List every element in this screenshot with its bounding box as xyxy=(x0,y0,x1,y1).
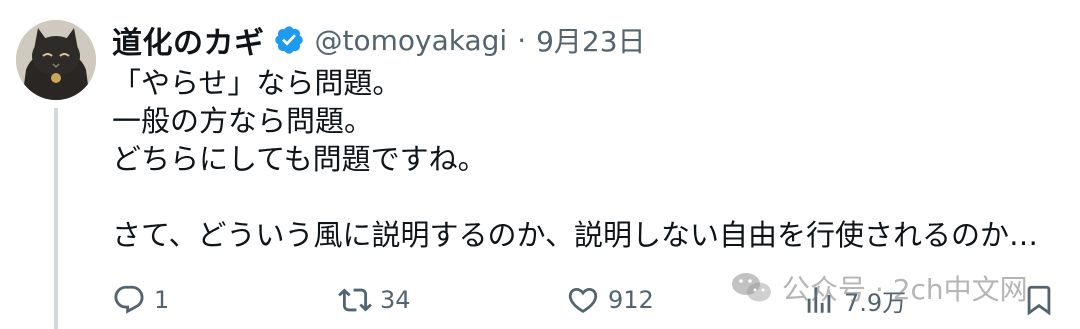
reply-count: 1 xyxy=(154,286,170,314)
tweet-line: 「やらせ」なら問題。 xyxy=(112,66,402,100)
retweet-icon xyxy=(338,288,372,312)
avatar[interactable] xyxy=(16,20,96,100)
user-handle[interactable]: @tomoyakagi xyxy=(315,24,508,57)
display-name[interactable]: 道化のカギ xyxy=(112,18,265,62)
tweet-date[interactable]: 9月23日 xyxy=(536,20,645,60)
reply-icon xyxy=(114,285,144,314)
views-bar-chart-icon xyxy=(807,287,831,313)
like-button[interactable]: 912 xyxy=(566,278,654,322)
views-count: 7.9万 xyxy=(844,288,907,317)
tweet-actions-bar: 1 34 912 7.9万 xyxy=(112,278,1072,322)
tweet-line-blank xyxy=(112,178,1052,216)
views-button[interactable]: 7.9万 xyxy=(802,278,906,322)
thread-connector-line xyxy=(54,108,58,329)
verified-badge-icon xyxy=(273,24,305,56)
heart-icon xyxy=(568,287,598,313)
reply-button[interactable]: 1 xyxy=(112,278,169,322)
tweet-header: 道化のカギ @tomoyakagi · 9月23日 xyxy=(112,18,646,62)
retweet-count: 34 xyxy=(380,286,411,314)
tweet-body: 「やらせ」なら問題。 一般の方なら問題。 どちらにしても問題ですね。 さて、どう… xyxy=(112,64,1052,254)
tweet-line: 一般の方なら問題。 xyxy=(112,104,374,138)
avatar-cat-illustration xyxy=(16,20,96,100)
header-separator: · xyxy=(517,23,527,57)
bookmark-icon xyxy=(1027,285,1051,316)
tweet-line: どちらにしても問題ですね。 xyxy=(112,142,487,176)
bookmark-button[interactable] xyxy=(1022,278,1056,322)
tweet[interactable]: 道化のカギ @tomoyakagi · 9月23日 「やらせ」なら問題。 一般の… xyxy=(0,0,1080,329)
like-count: 912 xyxy=(608,286,654,314)
retweet-button[interactable]: 34 xyxy=(338,278,411,322)
tweet-line: さて、どういう風に説明するのか、説明しない自由を行使されるのか… xyxy=(112,218,1038,252)
